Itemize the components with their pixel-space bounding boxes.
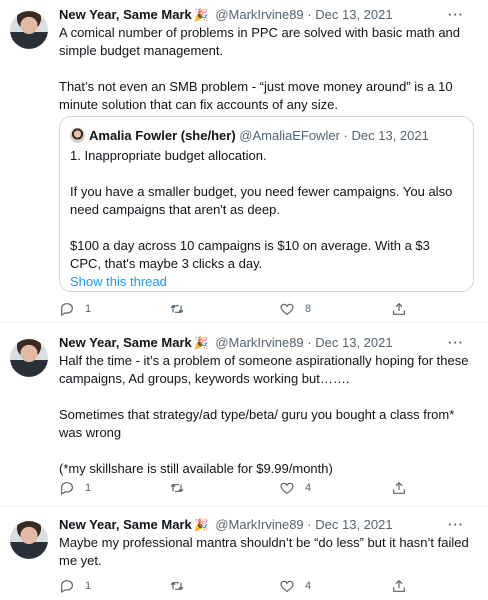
reply-count: 1 bbox=[85, 482, 92, 494]
tweet-header: New Year, Same Mark 🎉 @MarkIrvine89 · Dec… bbox=[59, 334, 478, 352]
reply-icon bbox=[61, 303, 73, 317]
author-name[interactable]: New Year, Same Mark bbox=[59, 7, 192, 22]
tweet[interactable]: New Year, Same Mark 🎉 @MarkIrvine89 · Dec… bbox=[0, 506, 488, 600]
like-count: 8 bbox=[305, 303, 312, 315]
tweet-paragraph: (*my skillshare is still available for $… bbox=[59, 461, 333, 476]
like-count: 4 bbox=[305, 580, 312, 592]
more-options-icon[interactable]: ··· bbox=[448, 516, 464, 534]
show-thread-link[interactable]: Show this thread bbox=[70, 273, 463, 291]
quoted-author-name: Amalia Fowler (she/her) bbox=[89, 128, 236, 143]
retweet-button[interactable] bbox=[169, 300, 195, 318]
quoted-paragraph: 1. Inappropriate budget allocation. bbox=[70, 148, 267, 163]
quoted-tweet[interactable]: Amalia Fowler (she/her) @AmaliaEFowler ·… bbox=[59, 116, 474, 292]
author-handle[interactable]: @MarkIrvine89 bbox=[215, 517, 303, 532]
reply-icon bbox=[61, 580, 73, 594]
share-icon bbox=[393, 579, 405, 592]
tweet-header: New Year, Same Mark 🎉 @MarkIrvine89 · Dec… bbox=[59, 516, 478, 534]
quoted-paragraph: $100 a day across 10 campaigns is $10 on… bbox=[70, 238, 430, 271]
separator-dot: · bbox=[307, 517, 312, 532]
quoted-tweet-date: Dec 13, 2021 bbox=[351, 128, 429, 143]
retweet-button[interactable] bbox=[169, 479, 195, 497]
separator-dot: · bbox=[343, 128, 348, 143]
retweet-icon bbox=[170, 581, 184, 591]
retweet-button[interactable] bbox=[169, 577, 195, 595]
more-options-icon[interactable]: ··· bbox=[448, 6, 464, 24]
author-handle[interactable]: @MarkIrvine89 bbox=[215, 335, 303, 350]
tweet-paragraph: Maybe my professional mantra shouldn’t b… bbox=[59, 535, 469, 568]
party-popper-emoji: 🎉 bbox=[193, 8, 209, 22]
share-button[interactable] bbox=[391, 577, 407, 595]
separator-dot: · bbox=[307, 335, 312, 350]
tweet[interactable]: New Year, Same Mark 🎉 @MarkIrvine89 · Dec… bbox=[0, 322, 488, 506]
tweet-actions: 1 8 bbox=[59, 300, 419, 318]
quoted-tweet-header: Amalia Fowler (she/her) @AmaliaEFowler ·… bbox=[70, 127, 429, 143]
party-popper-emoji: 🎉 bbox=[193, 518, 209, 532]
like-count: 4 bbox=[305, 482, 312, 494]
tweet-text: A comical number of problems in PPC are … bbox=[59, 24, 474, 114]
tweet-actions: 1 4 bbox=[59, 577, 419, 595]
quoted-avatar bbox=[70, 128, 85, 143]
reply-button[interactable]: 1 bbox=[59, 300, 91, 318]
tweet-actions: 1 4 bbox=[59, 479, 419, 497]
reply-count: 1 bbox=[85, 580, 92, 592]
quoted-author-handle: @AmaliaEFowler bbox=[239, 128, 340, 143]
tweet-date[interactable]: Dec 13, 2021 bbox=[315, 517, 392, 532]
more-options-icon[interactable]: ··· bbox=[448, 334, 464, 352]
tweet-date[interactable]: Dec 13, 2021 bbox=[315, 335, 392, 350]
quoted-tweet-text: 1. Inappropriate budget allocation. If y… bbox=[70, 147, 463, 291]
heart-icon bbox=[280, 303, 294, 316]
avatar[interactable] bbox=[10, 11, 48, 49]
retweet-icon bbox=[170, 304, 184, 314]
separator-dot: · bbox=[307, 7, 312, 22]
like-button[interactable]: 4 bbox=[279, 479, 311, 497]
avatar[interactable] bbox=[10, 339, 48, 377]
share-icon bbox=[393, 481, 405, 494]
like-button[interactable]: 8 bbox=[279, 300, 311, 318]
tweet-date[interactable]: Dec 13, 2021 bbox=[315, 7, 392, 22]
tweet-header: New Year, Same Mark 🎉 @MarkIrvine89 · Dec… bbox=[59, 6, 478, 24]
reply-count: 1 bbox=[85, 303, 92, 315]
retweet-icon bbox=[170, 483, 184, 493]
tweet-paragraph: That’s not even an SMB problem - “just m… bbox=[59, 79, 453, 112]
reply-button[interactable]: 1 bbox=[59, 577, 91, 595]
quoted-paragraph: If you have a smaller budget, you need f… bbox=[70, 184, 453, 217]
avatar[interactable] bbox=[10, 521, 48, 559]
author-handle[interactable]: @MarkIrvine89 bbox=[215, 7, 303, 22]
author-name[interactable]: New Year, Same Mark bbox=[59, 335, 192, 350]
tweet-paragraph: Half the time - it’s a problem of someon… bbox=[59, 353, 469, 386]
share-icon bbox=[393, 302, 405, 315]
tweet-text: Half the time - it’s a problem of someon… bbox=[59, 352, 474, 478]
share-button[interactable] bbox=[391, 479, 407, 497]
tweet[interactable]: New Year, Same Mark 🎉 @MarkIrvine89 · Dec… bbox=[0, 0, 488, 322]
author-name[interactable]: New Year, Same Mark bbox=[59, 517, 192, 532]
heart-icon bbox=[280, 482, 294, 495]
tweet-text: Maybe my professional mantra shouldn’t b… bbox=[59, 534, 474, 570]
heart-icon bbox=[280, 580, 294, 593]
share-button[interactable] bbox=[391, 300, 407, 318]
like-button[interactable]: 4 bbox=[279, 577, 311, 595]
party-popper-emoji: 🎉 bbox=[193, 336, 209, 350]
reply-icon bbox=[61, 482, 73, 496]
tweet-paragraph: A comical number of problems in PPC are … bbox=[59, 25, 461, 58]
tweet-paragraph: Sometimes that strategy/ad type/beta/ gu… bbox=[59, 407, 455, 440]
reply-button[interactable]: 1 bbox=[59, 479, 91, 497]
